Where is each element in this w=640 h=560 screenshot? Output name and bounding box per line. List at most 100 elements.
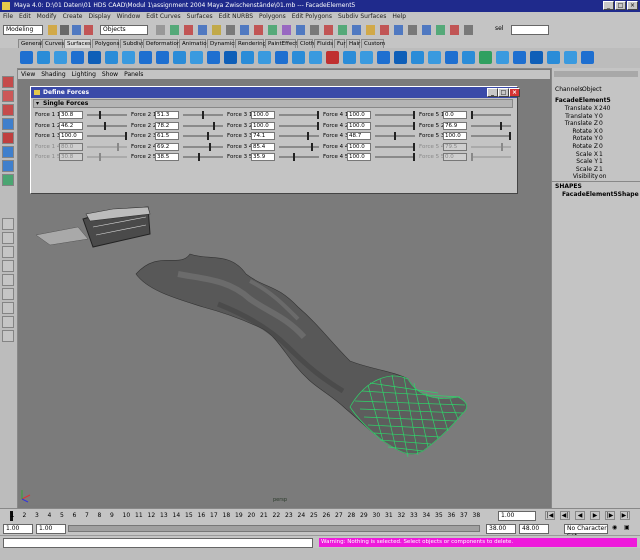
force-value-field[interactable]: 48.7: [347, 132, 371, 140]
command-input[interactable]: [3, 538, 313, 548]
channel-name[interactable]: Translate Y: [565, 113, 598, 120]
menu-window[interactable]: Window: [117, 13, 141, 20]
channel-box-handle[interactable]: [554, 71, 638, 77]
force-value-field[interactable]: 0.0: [443, 111, 467, 119]
shelf-tool-icon[interactable]: [326, 51, 339, 64]
force-value-field[interactable]: 100.0: [251, 121, 275, 130]
force-slider[interactable]: [471, 121, 511, 130]
tool-icon[interactable]: [2, 274, 14, 286]
menu-polygons[interactable]: Polygons: [259, 13, 286, 20]
select-mode-dropdown[interactable]: Objects: [100, 25, 148, 35]
force-slider-thumb[interactable]: [202, 111, 205, 119]
channel-name[interactable]: Translate X: [565, 105, 598, 112]
playback-button-icon[interactable]: |▶: [605, 511, 615, 520]
force-slider-thumb[interactable]: [197, 153, 200, 161]
menu-file[interactable]: File: [3, 13, 13, 20]
shelf-tool-icon[interactable]: [190, 51, 203, 64]
status-tool-icon[interactable]: [366, 25, 375, 35]
menu-surfaces[interactable]: Surfaces: [187, 13, 213, 20]
shelf-tool-icon[interactable]: [445, 51, 458, 64]
force-value-field[interactable]: 76.9: [443, 121, 467, 130]
status-tool-icon[interactable]: [436, 25, 445, 35]
shelf-tab-painteffects[interactable]: PaintEffects: [265, 39, 300, 48]
status-tool-icon[interactable]: [254, 25, 263, 35]
force-slider-thumb[interactable]: [500, 121, 503, 130]
shelf-tool-icon[interactable]: [496, 51, 509, 64]
force-slider-thumb[interactable]: [413, 142, 415, 151]
tool-icon[interactable]: [2, 132, 14, 144]
playback-button-icon[interactable]: ▶|: [620, 511, 630, 520]
playback-button-icon[interactable]: ▶: [590, 511, 600, 520]
shelf-tool-icon[interactable]: [360, 51, 373, 64]
end-time-field[interactable]: 48.00: [519, 524, 549, 534]
force-slider[interactable]: [375, 142, 415, 151]
shelf-tool-icon[interactable]: [309, 51, 322, 64]
start-time-field[interactable]: 1.00: [3, 524, 33, 534]
status-tool-icon[interactable]: [60, 25, 69, 35]
tool-icon[interactable]: [2, 260, 14, 272]
channel-value[interactable]: 0: [599, 120, 603, 127]
channel-name[interactable]: Scale Y: [576, 158, 598, 165]
force-slider-thumb[interactable]: [209, 142, 212, 151]
playback-button-icon[interactable]: ◀|: [560, 511, 570, 520]
force-slider-thumb[interactable]: [117, 142, 120, 151]
status-tool-icon[interactable]: [282, 25, 291, 35]
tool-icon[interactable]: [2, 302, 14, 314]
object-tab[interactable]: Object: [582, 86, 602, 93]
channel-value[interactable]: 0: [599, 135, 603, 142]
current-frame-field[interactable]: 1.00: [498, 511, 536, 521]
shelf-tool-icon[interactable]: [343, 51, 356, 64]
channel-name[interactable]: Visibility: [573, 173, 598, 180]
shelf-tool-icon[interactable]: [71, 51, 84, 64]
shelf-tool-icon[interactable]: [139, 51, 152, 64]
force-slider-thumb[interactable]: [307, 132, 310, 140]
force-value-field[interactable]: 0.0: [443, 153, 467, 161]
shelf-tool-icon[interactable]: [428, 51, 441, 64]
mode-dropdown[interactable]: Modeling: [3, 25, 43, 35]
shelf-tool-icon[interactable]: [513, 51, 526, 64]
status-tool-icon[interactable]: [296, 25, 305, 35]
shelf-tab-fluids[interactable]: Fluids: [314, 39, 333, 48]
force-slider-thumb[interactable]: [393, 132, 396, 140]
force-slider-thumb[interactable]: [98, 153, 101, 161]
channel-name[interactable]: Translate Z: [565, 120, 598, 127]
status-tool-icon[interactable]: [310, 25, 319, 35]
status-tool-icon[interactable]: [394, 25, 403, 35]
status-tool-icon[interactable]: [324, 25, 333, 35]
shelf-tab-hair[interactable]: Hair: [346, 39, 360, 48]
force-slider[interactable]: [183, 121, 223, 130]
force-slider[interactable]: [375, 132, 415, 140]
menu-edit-nurbs[interactable]: Edit NURBS: [219, 13, 253, 20]
force-value-field[interactable]: 100.0: [347, 121, 371, 130]
maximize-button[interactable]: □: [615, 1, 626, 10]
panel-menu-shading[interactable]: Shading: [41, 71, 65, 78]
tool-icon[interactable]: [2, 174, 14, 186]
tool-icon[interactable]: [2, 316, 14, 328]
force-slider[interactable]: [471, 142, 511, 151]
force-slider[interactable]: [279, 111, 319, 119]
shelf-tool-icon[interactable]: [479, 51, 492, 64]
force-slider[interactable]: [87, 121, 127, 130]
character-set-dropdown[interactable]: No Character Set: [564, 524, 608, 540]
shelf-tool-icon[interactable]: [292, 51, 305, 64]
panel-menu-show[interactable]: Show: [102, 71, 118, 78]
tool-icon[interactable]: [2, 104, 14, 116]
force-slider-thumb[interactable]: [471, 153, 473, 161]
playback-end-field[interactable]: 38.00: [486, 524, 516, 534]
status-tool-icon[interactable]: [184, 25, 193, 35]
shelf-tool-icon[interactable]: [224, 51, 237, 64]
minimize-button[interactable]: _: [603, 1, 614, 10]
force-slider-thumb[interactable]: [292, 153, 295, 161]
force-slider-thumb[interactable]: [413, 121, 415, 130]
dialog-close-button[interactable]: ×: [509, 88, 520, 97]
tool-icon[interactable]: [2, 232, 14, 244]
status-tool-icon[interactable]: [422, 25, 431, 35]
shelf-tab-rendering[interactable]: Rendering: [235, 39, 266, 48]
tool-icon[interactable]: [2, 218, 14, 230]
shelf-tab-animation[interactable]: Animation: [179, 39, 210, 48]
menu-edit-polygons[interactable]: Edit Polygons: [292, 13, 332, 20]
force-slider-thumb[interactable]: [125, 132, 127, 140]
playback-button-icon[interactable]: |◀: [545, 511, 555, 520]
force-slider-thumb[interactable]: [311, 142, 314, 151]
force-slider[interactable]: [183, 132, 223, 140]
